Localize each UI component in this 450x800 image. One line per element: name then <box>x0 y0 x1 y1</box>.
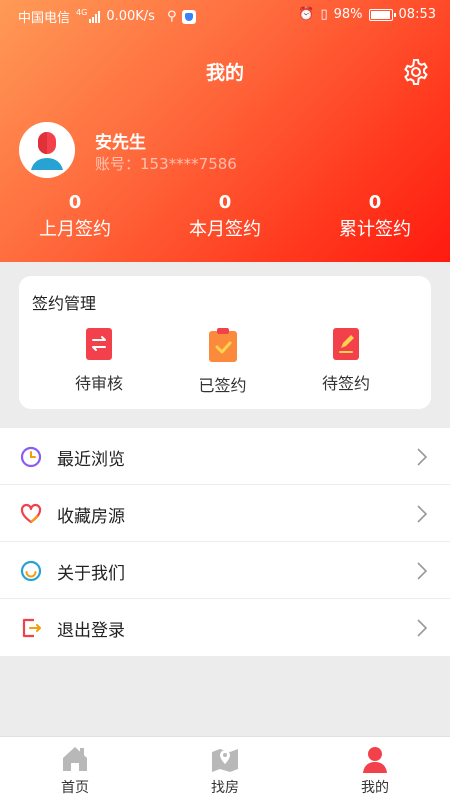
map-pin-icon <box>212 749 238 772</box>
stat-label: 本月签约 <box>189 219 261 240</box>
signal-icon <box>89 10 101 23</box>
battery-icon <box>368 8 396 21</box>
tab-label: 找房 <box>211 780 239 796</box>
profile-header: 中国电信 4G 0.00K/s ⚲ ⏰ ▯ 98% 08:53 我的 安先生 账… <box>0 0 450 262</box>
network-type: 4G <box>76 8 88 17</box>
battery-percent: 98% <box>333 7 363 22</box>
stat-label: 上月签约 <box>39 219 111 240</box>
heart-icon <box>20 503 42 524</box>
to-sign-button[interactable]: 待签约 <box>286 328 406 396</box>
alarm-icon: ⏰ <box>298 7 315 22</box>
stat-this-month[interactable]: 0 本月签约 <box>150 192 300 244</box>
menu-item-about-us[interactable]: 关于我们 <box>0 542 450 599</box>
page-title: 我的 <box>205 62 244 84</box>
home-icon <box>63 747 87 771</box>
menu-item-label: 退出登录 <box>57 621 125 641</box>
stat-label: 累计签约 <box>339 219 411 240</box>
stat-value: 0 <box>368 192 382 213</box>
avatar[interactable] <box>19 122 75 178</box>
sign-management-card: 签约管理 待审核 已签约 待签约 <box>19 276 431 409</box>
chevron-right-icon <box>417 562 428 580</box>
exchange-doc-icon <box>86 328 112 360</box>
chevron-right-icon <box>417 619 428 637</box>
tab-label: 我的 <box>361 780 389 796</box>
menu-item-label: 最近浏览 <box>57 450 125 470</box>
tab-find-house[interactable]: 找房 <box>150 737 300 800</box>
chevron-right-icon <box>417 448 428 466</box>
stat-value: 0 <box>68 192 82 213</box>
card-item-label: 待审核 <box>74 374 123 393</box>
account-label: 账号： <box>95 155 141 173</box>
sign-stats: 0 上月签约 0 本月签约 0 累计签约 <box>0 192 450 244</box>
edit-doc-icon <box>333 328 359 360</box>
menu-item-logout[interactable]: 退出登录 <box>0 599 450 656</box>
vibrate-icon: ▯ <box>320 7 328 22</box>
chevron-right-icon <box>417 505 428 523</box>
tab-mine[interactable]: 我的 <box>300 737 450 800</box>
clock-time: 08:53 <box>398 7 436 22</box>
tab-label: 首页 <box>61 780 89 796</box>
stat-total[interactable]: 0 累计签约 <box>300 192 450 244</box>
pending-review-button[interactable]: 待审核 <box>39 328 159 396</box>
account-number: 账号：153****7586 <box>95 153 237 174</box>
bottom-tab-bar: 首页 找房 我的 <box>0 736 450 800</box>
smile-icon <box>20 560 42 582</box>
menu-item-label: 关于我们 <box>57 564 125 584</box>
logout-icon <box>22 618 41 638</box>
stat-value: 0 <box>218 192 232 213</box>
menu-item-label: 收藏房源 <box>57 507 125 527</box>
menu-item-recent-browsing[interactable]: 最近浏览 <box>0 428 450 485</box>
avatar-icon <box>19 122 75 178</box>
clock-icon <box>20 446 42 468</box>
card-item-label: 已签约 <box>198 376 247 395</box>
signed-button[interactable]: 已签约 <box>163 328 283 396</box>
status-bar: 中国电信 4G 0.00K/s ⚲ ⏰ ▯ 98% 08:53 <box>0 0 450 32</box>
stat-last-month[interactable]: 0 上月签约 <box>0 192 150 244</box>
account-value: 153****7586 <box>140 155 237 173</box>
usb-icon: ⚲ <box>166 9 177 24</box>
menu-item-favorites[interactable]: 收藏房源 <box>0 485 450 542</box>
settings-menu: 最近浏览 收藏房源 关于我们 退出登录 <box>0 428 450 656</box>
user-icon <box>363 747 387 773</box>
card-title: 签约管理 <box>32 294 97 313</box>
clipboard-check-icon <box>208 328 237 362</box>
user-name: 安先生 <box>95 133 146 153</box>
tab-home[interactable]: 首页 <box>0 737 150 800</box>
card-item-label: 待签约 <box>321 374 370 393</box>
gear-icon[interactable] <box>402 58 430 86</box>
security-app-icon <box>182 9 197 24</box>
network-speed: 0.00K/s <box>106 9 155 24</box>
carrier-name: 中国电信 <box>18 11 71 26</box>
